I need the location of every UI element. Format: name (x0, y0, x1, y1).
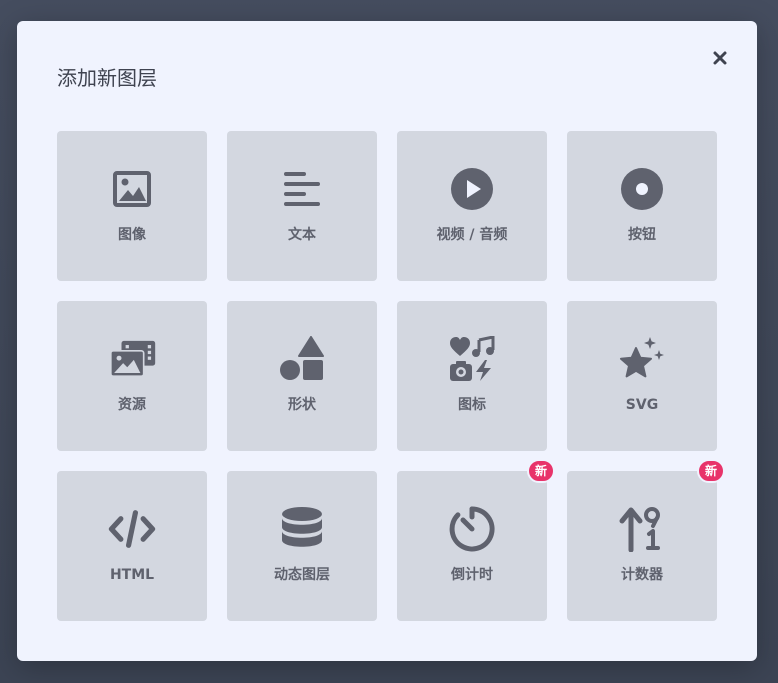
layer-tile-label: HTML (109, 567, 155, 583)
image-icon (108, 165, 156, 213)
layer-tile-shapes[interactable]: 形状 (227, 301, 377, 451)
layer-tile-assets[interactable]: 资源 (57, 301, 207, 451)
shapes-icon (278, 335, 326, 383)
add-layer-dialog: 添加新图层 图像 文本 视频 / 音频 按钮 资源 形状 图标 SVG HTML… (17, 21, 757, 661)
layer-tile-html[interactable]: HTML (57, 471, 207, 621)
layer-tile-image[interactable]: 图像 (57, 131, 207, 281)
close-icon (713, 51, 727, 65)
layer-tile-text[interactable]: 文本 (227, 131, 377, 281)
layer-tile-label: 按钮 (628, 227, 656, 243)
icon-set-icon (448, 335, 496, 383)
layer-tile-label: 图像 (118, 227, 146, 243)
close-button[interactable] (709, 47, 731, 69)
layer-tile-label: 动态图层 (274, 567, 330, 583)
layer-tile-label: 图标 (458, 397, 486, 413)
counter-icon (618, 505, 666, 553)
new-badge: 新 (527, 459, 555, 483)
code-icon (108, 505, 156, 553)
play-circle-icon (448, 165, 496, 213)
layer-tile-video-audio[interactable]: 视频 / 音频 (397, 131, 547, 281)
layer-tile-icons[interactable]: 图标 (397, 301, 547, 451)
layer-tile-label: SVG (625, 397, 659, 413)
timer-icon (448, 505, 496, 553)
layer-tile-label: 计数器 (621, 567, 663, 583)
database-icon (278, 505, 326, 553)
layer-tile-label: 形状 (288, 397, 316, 413)
layer-tile-label: 倒计时 (451, 567, 493, 583)
layer-type-grid: 图像 文本 视频 / 音频 按钮 资源 形状 图标 SVG HTML 动态图层 … (57, 131, 725, 621)
layer-tile-button[interactable]: 按钮 (567, 131, 717, 281)
new-badge: 新 (697, 459, 725, 483)
media-assets-icon (108, 335, 156, 383)
layer-tile-dynamic[interactable]: 动态图层 (227, 471, 377, 621)
layer-tile-label: 资源 (118, 397, 146, 413)
text-align-icon (278, 165, 326, 213)
layer-tile-label: 视频 / 音频 (436, 227, 508, 243)
record-button-icon (618, 165, 666, 213)
layer-tile-label: 文本 (288, 227, 316, 243)
layer-tile-counter[interactable]: 计数器 新 (567, 459, 725, 621)
dialog-title: 添加新图层 (57, 66, 157, 90)
layer-tile-countdown[interactable]: 倒计时 新 (397, 459, 555, 621)
sparkle-star-icon (618, 335, 666, 383)
layer-tile-svg[interactable]: SVG (567, 301, 717, 451)
